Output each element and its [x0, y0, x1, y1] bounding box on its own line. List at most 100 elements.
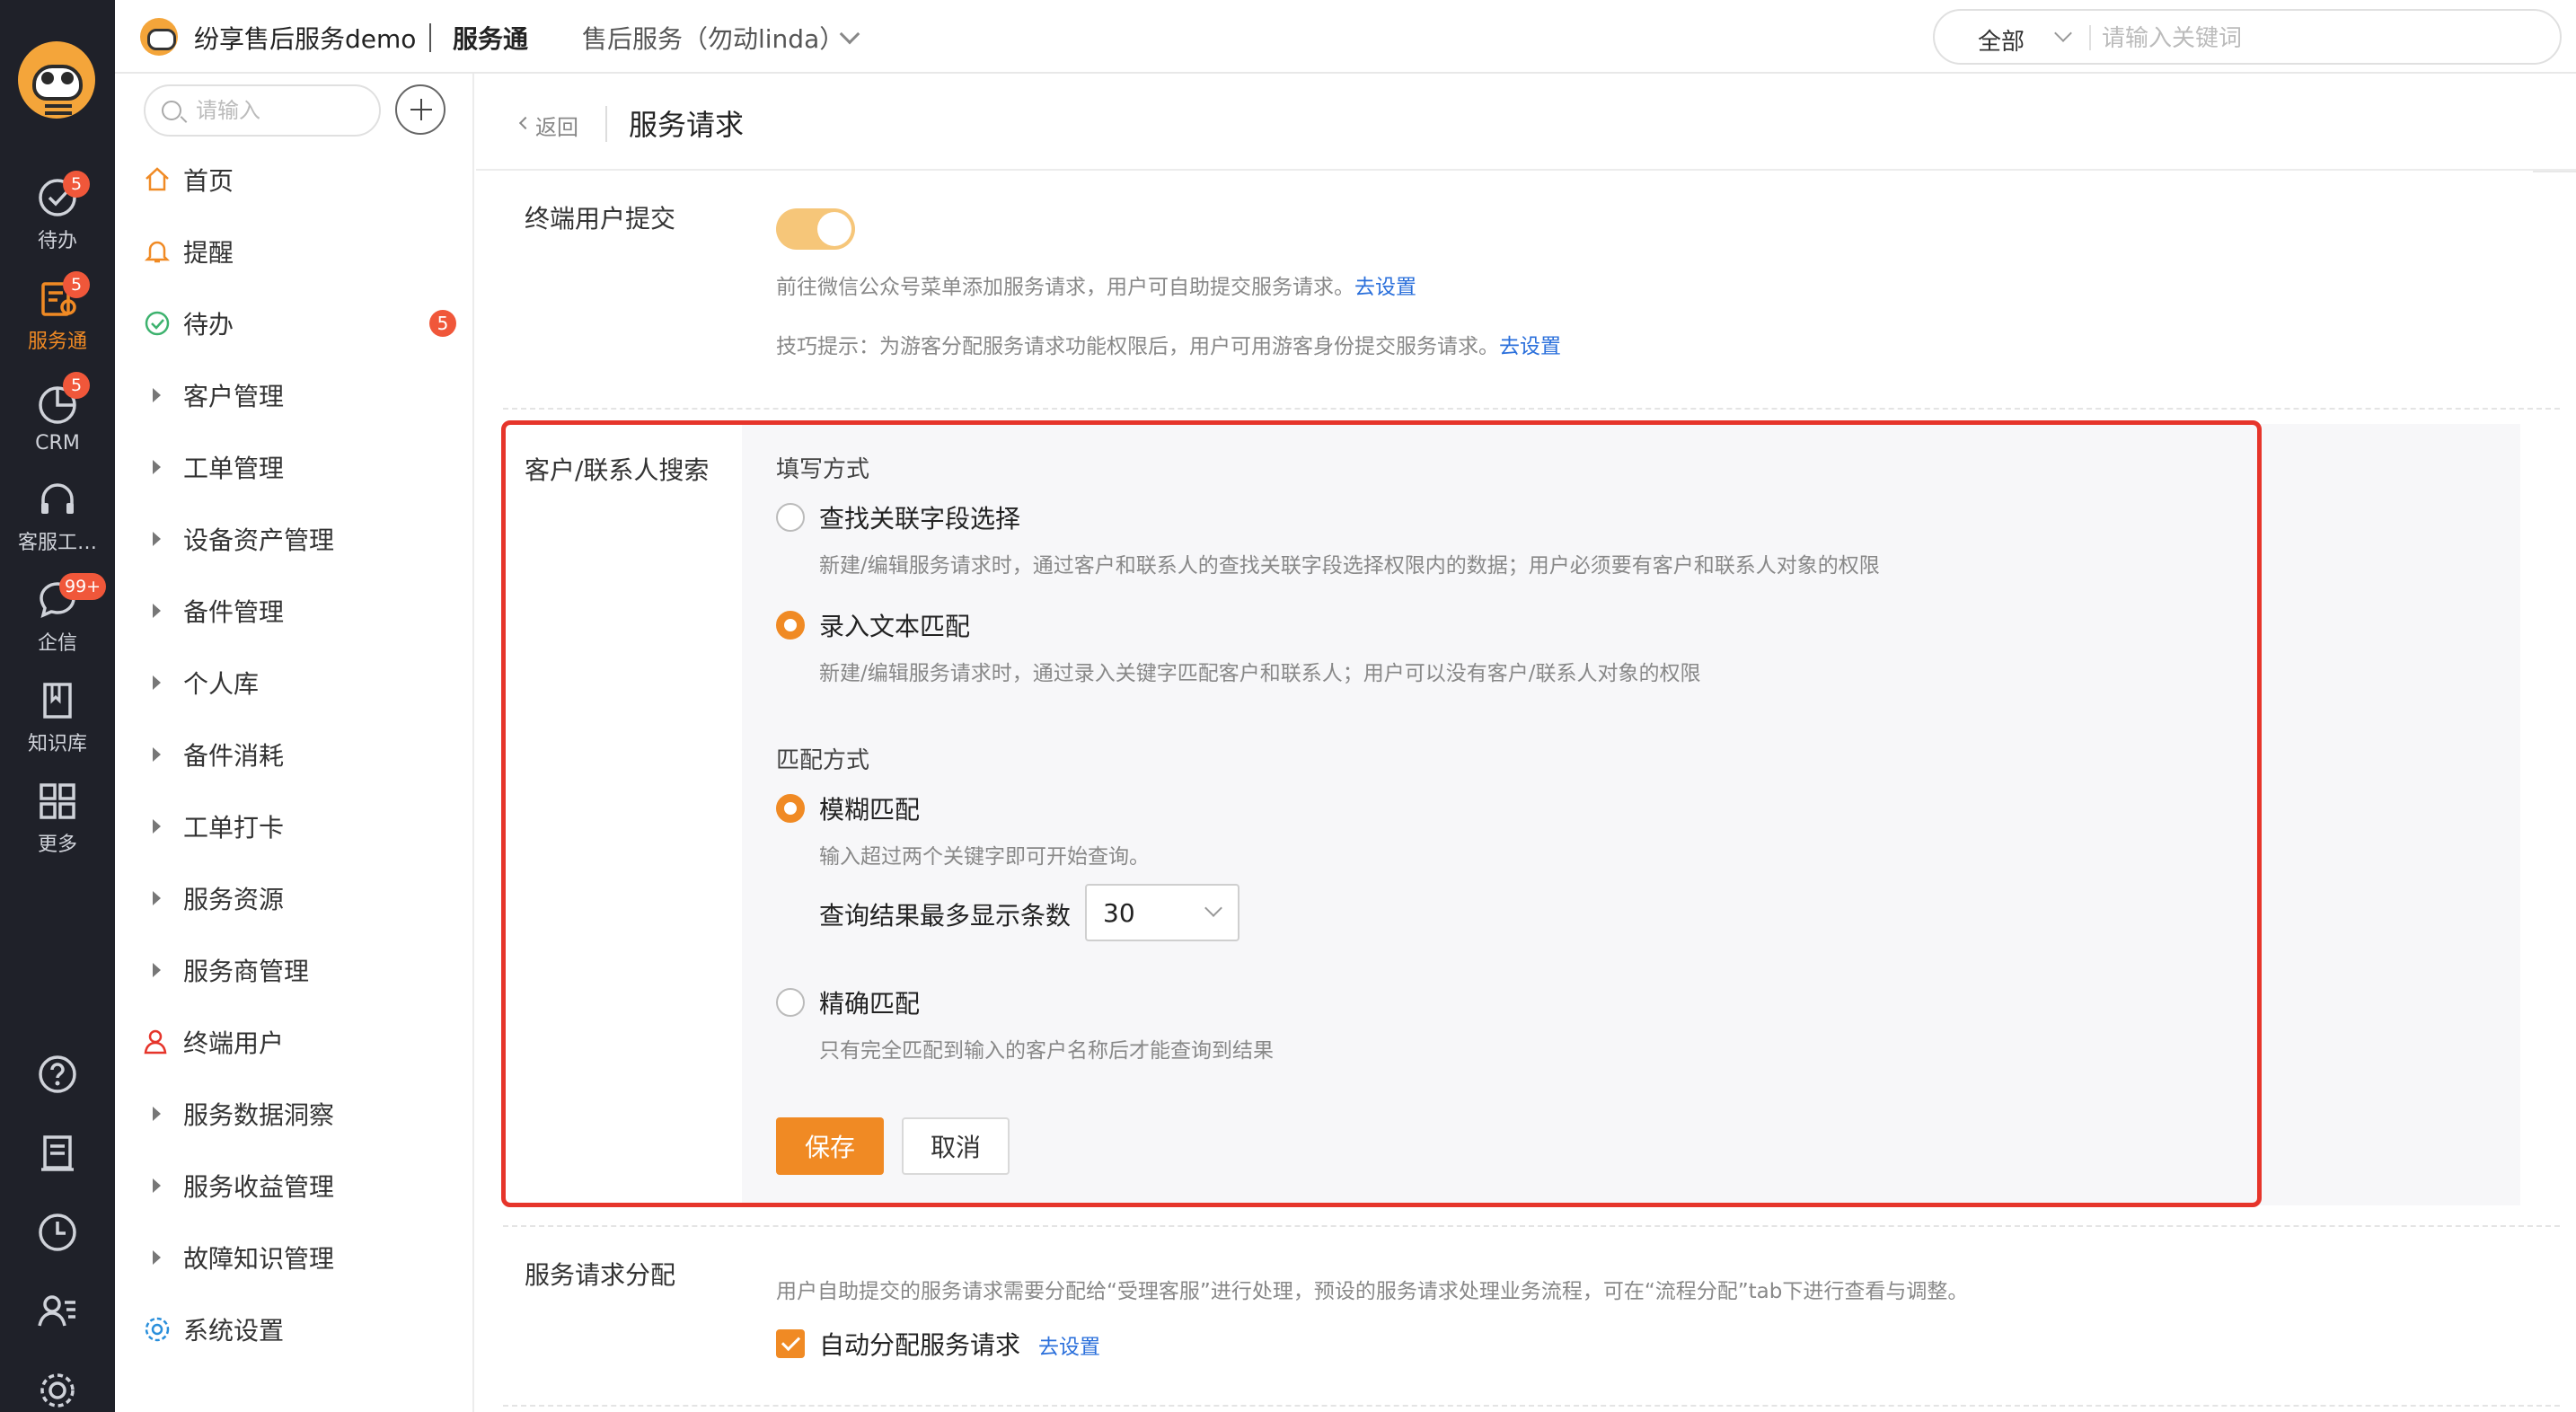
app-logo[interactable]	[18, 41, 95, 119]
sidebar-item-fault-kb[interactable]: 故障知识管理	[115, 1222, 472, 1293]
page-title: 服务请求	[629, 108, 745, 142]
sidebar-item-label: 服务数据洞察	[183, 1100, 335, 1130]
sidebar-item-personal[interactable]: 个人库	[115, 647, 472, 719]
rail-label: 客服工…	[17, 532, 97, 554]
rail-item-im[interactable]: 99+ 企信	[0, 566, 115, 666]
sidebar-item-label: 系统设置	[183, 1316, 285, 1346]
secondary-sidebar: 首页 提醒 待办 5 客户管理 工单管理 设备资产管理 备件管理 个人库 备件消…	[115, 74, 474, 1412]
rail-item-support[interactable]: 客服工…	[0, 465, 115, 566]
workspace-selector[interactable]: 售后服务（勿动linda）	[582, 20, 844, 56]
rail-label: CRM	[35, 432, 80, 454]
sidebar-item-insights[interactable]: 服务数据洞察	[115, 1078, 472, 1150]
sidebar-search-input[interactable]	[196, 97, 366, 126]
expand-arrow-icon[interactable]	[153, 1178, 161, 1193]
global-search: 全部	[1933, 9, 2562, 65]
rail-item-todo[interactable]: 5 待办	[0, 163, 115, 264]
rail-label: 企信	[37, 632, 77, 655]
expand-arrow-icon[interactable]	[153, 388, 161, 402]
headset-icon	[41, 483, 74, 514]
sidebar-item-label: 故障知识管理	[183, 1244, 335, 1274]
expand-arrow-icon[interactable]	[153, 532, 161, 546]
expand-arrow-icon[interactable]	[153, 460, 161, 474]
service-badge: 5	[63, 271, 90, 298]
sidebar-item-resources[interactable]: 服务资源	[115, 862, 472, 934]
header-divider	[429, 23, 431, 52]
end-user-toggle[interactable]	[776, 208, 855, 250]
global-search-input[interactable]	[2102, 20, 2533, 56]
scroll-shadow	[2533, 171, 2576, 172]
sidebar-item-providers[interactable]: 服务商管理	[115, 934, 472, 1006]
dispatch-setup-link[interactable]: 去设置	[1038, 1329, 1100, 1360]
expand-arrow-icon[interactable]	[153, 1107, 161, 1121]
sidebar-item-assets[interactable]: 设备资产管理	[115, 503, 472, 575]
rail-item-service[interactable]: 5 服务通	[0, 264, 115, 365]
expand-arrow-icon[interactable]	[153, 963, 161, 977]
sidebar-item-customer[interactable]: 客户管理	[115, 359, 472, 431]
back-link[interactable]: 返回	[535, 110, 578, 141]
rail-label: 服务通	[27, 331, 87, 353]
rail-label: 待办	[37, 230, 77, 252]
rail-label: 知识库	[27, 733, 87, 755]
sidebar-item-settings[interactable]: 系统设置	[115, 1293, 472, 1365]
expand-arrow-icon[interactable]	[153, 891, 161, 905]
sidebar-item-parts[interactable]: 备件管理	[115, 575, 472, 647]
sidebar-item-label: 服务收益管理	[183, 1172, 335, 1202]
auto-dispatch-label[interactable]: 自动分配服务请求	[819, 1326, 1020, 1362]
help-icon[interactable]	[36, 1053, 79, 1096]
sidebar-item-label: 备件管理	[183, 597, 285, 627]
expand-arrow-icon[interactable]	[153, 819, 161, 834]
auto-dispatch-checkbox[interactable]	[776, 1329, 805, 1358]
end-user-desc-text: 前往微信公众号菜单添加服务请求，用户可自助提交服务请求。	[776, 276, 1354, 299]
sidebar-item-home[interactable]: 首页	[115, 144, 472, 216]
sidebar-item-label: 客户管理	[183, 382, 285, 411]
brand-name[interactable]: 纷享售后服务demo	[194, 20, 416, 56]
chevron-down-icon[interactable]	[2054, 24, 2072, 42]
chevron-left-icon[interactable]	[518, 116, 533, 130]
setup-link[interactable]: 去设置	[1354, 276, 1416, 299]
book-icon	[43, 683, 72, 719]
sidebar-item-reminder[interactable]: 提醒	[115, 216, 472, 287]
top-header: 纷享售后服务demo 服务通 售后服务（勿动linda） 全部	[115, 0, 2576, 74]
clock-icon[interactable]	[36, 1211, 79, 1254]
sidebar-item-workorder[interactable]: 工单管理	[115, 431, 472, 503]
expand-arrow-icon[interactable]	[153, 1250, 161, 1265]
user-list-icon[interactable]	[36, 1290, 79, 1333]
section-divider	[503, 408, 2560, 410]
search-scope-dropdown[interactable]: 全部	[1978, 23, 2025, 57]
expand-arrow-icon[interactable]	[153, 604, 161, 618]
sidebar-item-label: 工单管理	[183, 454, 285, 483]
brand-logo-icon	[140, 18, 178, 56]
check-icon	[142, 308, 172, 339]
sidebar-item-todo[interactable]: 待办 5	[115, 287, 472, 359]
sidebar-search	[144, 84, 381, 137]
bell-icon	[142, 236, 172, 267]
rail-item-more[interactable]: 更多	[0, 767, 115, 868]
rail-item-knowledge[interactable]: 知识库	[0, 666, 115, 767]
rail-label: 更多	[37, 834, 77, 856]
rail-item-crm[interactable]: 5 CRM	[0, 365, 115, 465]
sidebar-item-revenue[interactable]: 服务收益管理	[115, 1150, 472, 1222]
search-icon	[162, 101, 181, 120]
highlight-box	[501, 420, 2262, 1207]
add-button[interactable]	[395, 84, 446, 135]
grid-icon	[40, 783, 75, 819]
end-user-label: 终端用户提交	[525, 204, 676, 234]
setup-link[interactable]: 去设置	[1499, 335, 1561, 358]
sidebar-item-end-users[interactable]: 终端用户	[115, 1006, 472, 1078]
settings-icon[interactable]	[36, 1369, 79, 1412]
sidebar-item-label: 备件消耗	[183, 741, 285, 771]
expand-arrow-icon[interactable]	[153, 747, 161, 762]
sidebar-item-label: 服务资源	[183, 885, 285, 914]
app-rail: 5 待办 5 服务通 5 CRM 客服工… 99+ 企信 知识库 更多	[0, 0, 115, 1412]
user-icon	[142, 1027, 172, 1057]
notes-icon[interactable]	[36, 1132, 79, 1175]
search-divider	[2089, 25, 2091, 50]
section-divider	[503, 1225, 2560, 1227]
tip-desc: 技巧提示：为游客分配服务请求功能权限后，用户可用游客身份提交服务请求。去设置	[776, 329, 1561, 359]
sidebar-item-checkin[interactable]: 工单打卡	[115, 790, 472, 862]
expand-arrow-icon[interactable]	[153, 675, 161, 690]
tip-desc-text: 技巧提示：为游客分配服务请求功能权限后，用户可用游客身份提交服务请求。	[776, 335, 1499, 358]
sidebar-item-label: 待办	[183, 310, 234, 340]
sidebar-item-consumption[interactable]: 备件消耗	[115, 719, 472, 790]
product-name[interactable]: 服务通	[453, 20, 528, 56]
